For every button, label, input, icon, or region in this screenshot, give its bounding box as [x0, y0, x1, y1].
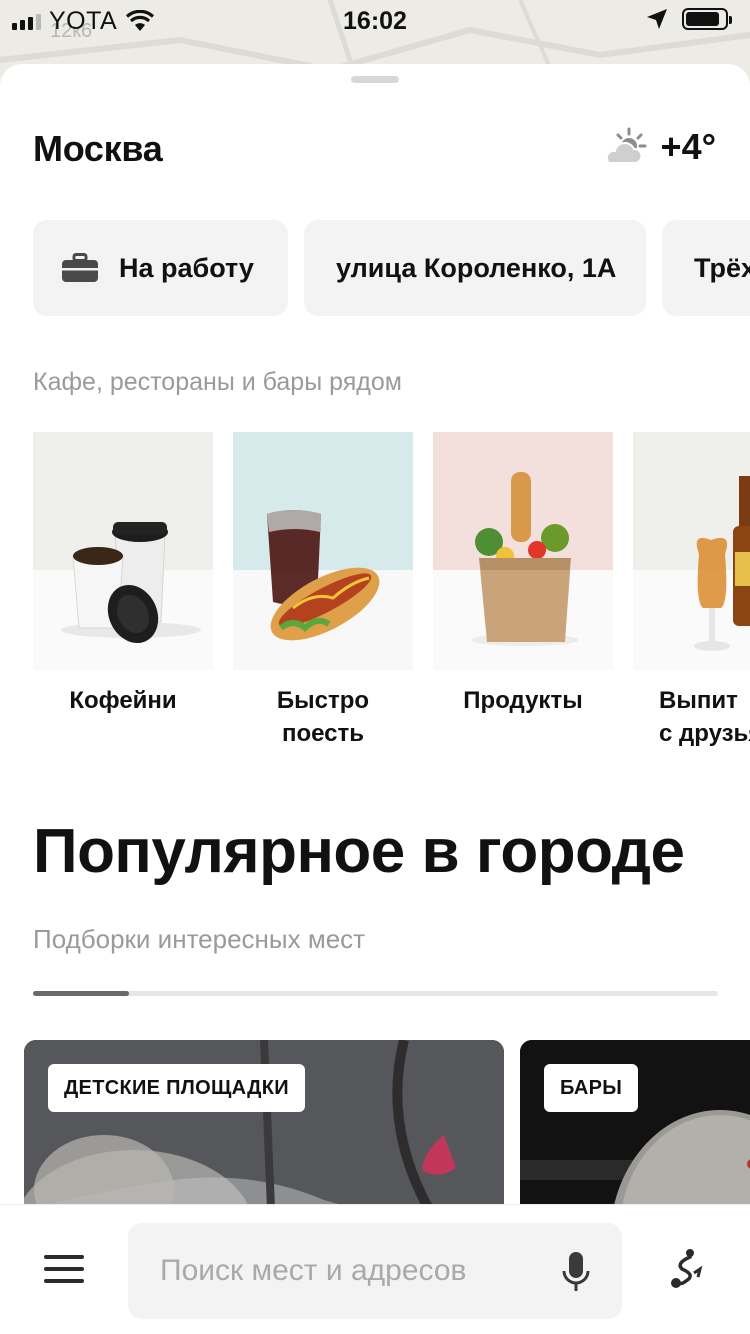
carousel-progress — [33, 991, 718, 996]
category-label: Продукты — [463, 687, 583, 714]
collection-tag: БАРЫ — [544, 1064, 639, 1112]
category-label: Быстро поесть — [276, 687, 370, 747]
route-chip-work[interactable]: На работу — [33, 220, 288, 316]
carousel-progress-fill — [33, 991, 129, 996]
route-chip-address[interactable]: улица Короленко, 1А — [304, 220, 646, 316]
bottom-sheet: Москва +4° На работу улица Короленко, 1А — [0, 64, 750, 1334]
battery-icon — [682, 8, 732, 30]
popular-title: Популярное в городе — [33, 817, 685, 886]
category-fast-food[interactable]: Быстро поесть — [233, 432, 413, 750]
groceries-image — [433, 432, 613, 670]
coffee-image — [33, 432, 213, 670]
city-title: Москва — [33, 128, 163, 169]
location-arrow-icon — [647, 9, 667, 29]
search-box[interactable] — [128, 1223, 622, 1319]
microphone-icon[interactable] — [562, 1251, 590, 1293]
category-coffee[interactable]: Кофейни — [33, 432, 213, 750]
collection-tag: ДЕТСКИЕ ПЛОЩАДКИ — [48, 1064, 305, 1112]
route-chip-label: На работу — [119, 252, 254, 283]
category-carousel: Кофейни Быстро поесть Продукты Выпит с д… — [33, 432, 750, 750]
search-input[interactable] — [128, 1223, 538, 1319]
category-groceries[interactable]: Продукты — [433, 432, 613, 750]
temperature: +4° — [660, 126, 716, 167]
status-time: 16:02 — [343, 7, 407, 35]
sheet-grabber[interactable] — [351, 76, 399, 83]
status-bar: YOTA 16:02 — [0, 0, 750, 42]
route-chip-label: Трёх — [694, 252, 750, 283]
drinks-image — [633, 432, 750, 670]
fast-food-image — [233, 432, 413, 670]
category-label: Кофейни — [69, 687, 177, 714]
partly-cloudy-icon — [605, 127, 647, 164]
category-drinks[interactable]: Выпит с друзья — [633, 432, 750, 750]
popular-subtitle: Подборки интересных мест — [33, 924, 366, 954]
quick-routes: На работу улица Короленко, 1А Трёх — [33, 220, 750, 316]
bottom-bar — [0, 1204, 750, 1334]
category-label: Выпит с друзья — [659, 687, 750, 747]
route-chip-label: улица Короленко, 1А — [336, 252, 617, 283]
route-chip-third[interactable]: Трёх — [662, 220, 750, 316]
briefcase-icon — [62, 253, 98, 282]
route-icon[interactable] — [666, 1247, 706, 1291]
menu-icon[interactable] — [44, 1255, 84, 1285]
nearby-section-title: Кафе, рестораны и бары рядом — [33, 368, 402, 396]
weather-widget[interactable]: +4° — [601, 126, 716, 168]
